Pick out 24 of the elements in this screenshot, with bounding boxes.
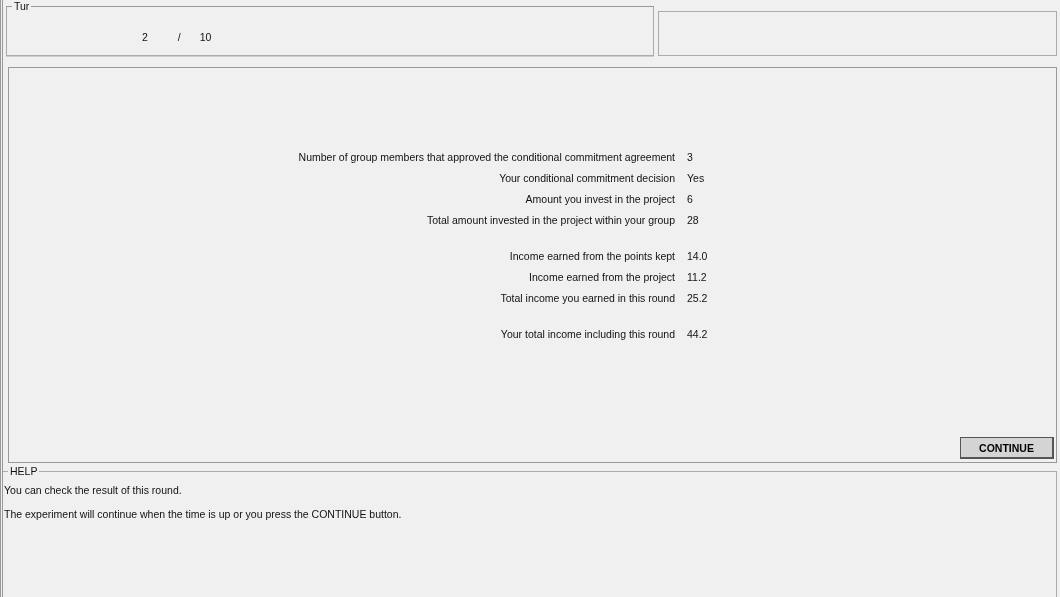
result-value: 11.2 (686, 270, 708, 284)
result-label: Your total income including this round (499, 327, 675, 341)
result-label: Income earned from the project (528, 270, 675, 284)
result-label: Income earned from the points kept (508, 249, 675, 263)
result-value: 3 (686, 150, 694, 164)
result-label: Your conditional commitment decision (498, 171, 675, 185)
round-total: 10 (199, 31, 212, 43)
help-text: You can check the result of this round. (4, 484, 183, 497)
result-label: Total income you earned in this round (499, 291, 675, 305)
round-number: 2 (142, 31, 148, 43)
panel-title: Tur (12, 0, 32, 12)
continue-button[interactable]: CONTINUE (960, 437, 1054, 459)
result-label: Total amount invested in the project within your group (425, 213, 675, 227)
result-value: 28 (686, 213, 700, 227)
result-value: Yes (686, 171, 706, 185)
help-text: The experiment will continue when the time is up or you press the CONTINUE button. (4, 508, 403, 521)
result-label: Number of group members that approved the conditional commitment agreement (297, 150, 675, 164)
result-value: 44.2 (686, 327, 709, 341)
result-value: 25.2 (686, 291, 709, 305)
result-value: 6 (686, 192, 694, 206)
panel-title: HELP (8, 465, 40, 477)
separator: / (177, 31, 181, 43)
result-label: Amount you invest in the project (524, 192, 675, 206)
result-value: 14.0 (686, 249, 709, 263)
